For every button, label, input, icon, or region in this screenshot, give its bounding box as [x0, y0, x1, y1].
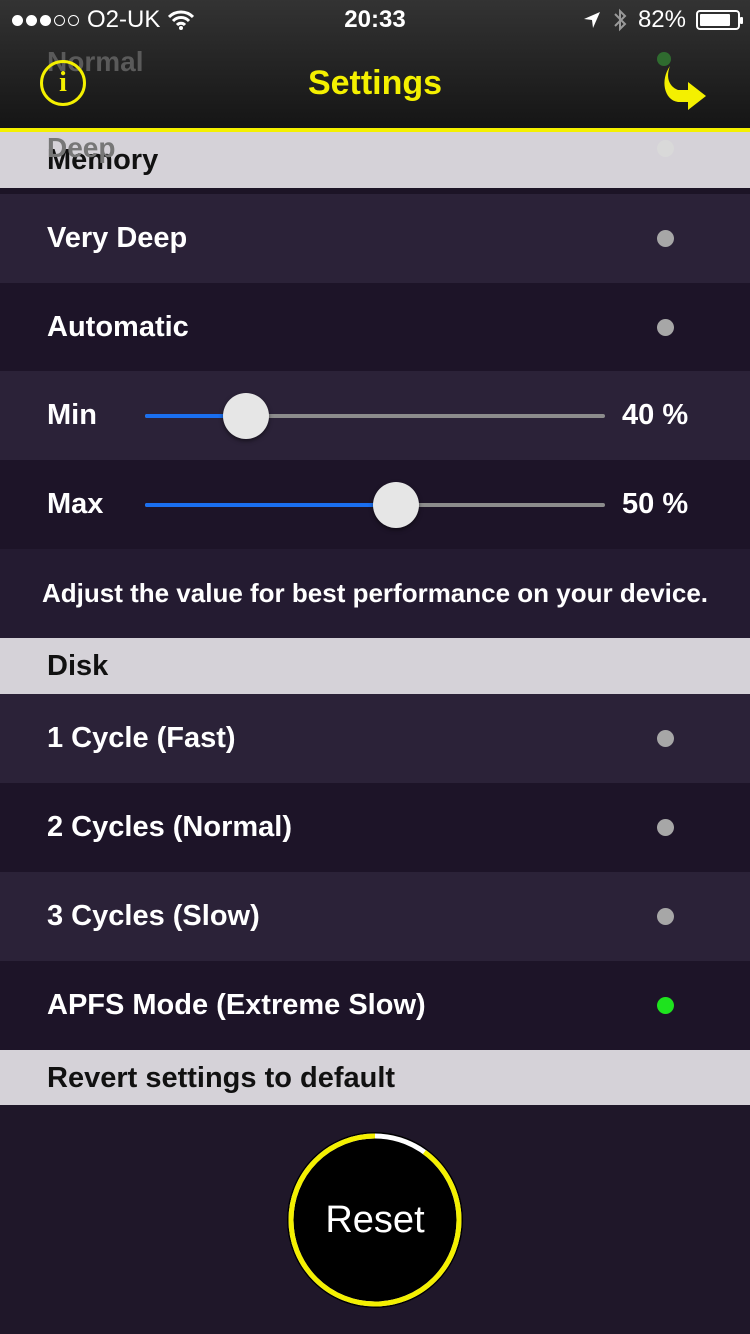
radio-indicator-icon	[657, 908, 674, 925]
option-label: 1 Cycle (Fast)	[47, 722, 236, 754]
ghost-led-icon	[657, 140, 674, 157]
location-icon	[583, 12, 600, 28]
status-bar: O2-UK 20:33 82%	[0, 0, 750, 40]
max-slider[interactable]	[145, 482, 605, 528]
reset-button[interactable]: Reset	[287, 1132, 463, 1308]
option-label: 3 Cycles (Slow)	[47, 900, 260, 932]
battery-percent: 82%	[637, 6, 686, 33]
max-slider-fill	[145, 503, 396, 507]
reset-label: Reset	[325, 1198, 425, 1241]
radio-indicator-icon	[657, 730, 674, 747]
radio-indicator-icon	[657, 819, 674, 836]
page-title: Settings	[307, 64, 443, 102]
disk-option-1-cycle[interactable]: 1 Cycle (Fast)	[0, 694, 750, 783]
wifi-icon	[168, 10, 195, 30]
bluetooth-icon	[614, 8, 627, 32]
option-label: Very Deep	[47, 222, 188, 254]
min-value: 40 %	[622, 399, 689, 431]
radio-indicator-icon	[657, 230, 674, 247]
memory-option-very-deep[interactable]: Very Deep	[0, 194, 750, 283]
disk-option-3-cycles[interactable]: 3 Cycles (Slow)	[0, 872, 750, 961]
min-slider-thumb[interactable]	[223, 393, 270, 439]
max-slider-thumb[interactable]	[372, 482, 419, 528]
option-label: 2 Cycles (Normal)	[47, 811, 292, 843]
min-slider[interactable]	[145, 393, 605, 439]
max-label: Max	[47, 488, 104, 520]
battery-icon	[696, 10, 743, 30]
carrier-label: O2-UK	[87, 6, 161, 33]
revert-section-header: Revert settings to default	[0, 1050, 750, 1106]
min-slider-row: Min 40 %	[0, 371, 750, 460]
max-slider-row: Max 50 %	[0, 460, 750, 549]
option-label: APFS Mode (Extreme Slow)	[47, 989, 426, 1021]
share-arrow-icon[interactable]	[660, 62, 710, 112]
disk-option-apfs-mode[interactable]: APFS Mode (Extreme Slow)	[0, 961, 750, 1050]
signal-icon	[12, 14, 79, 26]
radio-indicator-icon	[657, 319, 674, 336]
option-label: Automatic	[47, 311, 189, 343]
memory-option-automatic[interactable]: Automatic	[0, 283, 750, 372]
radio-indicator-icon	[657, 997, 674, 1014]
min-label: Min	[47, 399, 97, 431]
max-value: 50 %	[622, 488, 689, 520]
memory-hint-text: Adjust the value for best performance on…	[0, 549, 750, 638]
disk-option-2-cycles[interactable]: 2 Cycles (Normal)	[0, 783, 750, 872]
ghost-list-item: Deep	[47, 132, 116, 163]
disk-section-header: Disk	[0, 638, 750, 694]
